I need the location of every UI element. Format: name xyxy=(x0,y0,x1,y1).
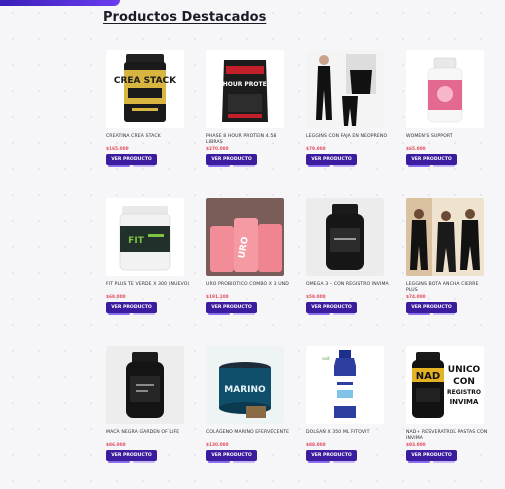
view-product-button[interactable]: VER PRODUCTO xyxy=(106,154,157,167)
product-price: $270.000 xyxy=(206,147,229,152)
svg-text:ovit: ovit xyxy=(322,356,330,361)
svg-text:UNICO: UNICO xyxy=(448,365,481,375)
view-product-button[interactable]: VER PRODUCTO xyxy=(406,302,457,315)
product-card[interactable]: 8-HOUR PROTEIN PHASE 8 HOUR PROTEIN 4.58… xyxy=(206,50,304,198)
product-card[interactable]: FIT FIT PLUS TE VERDE x 300 (Nuevo) $68.… xyxy=(106,198,204,346)
view-product-button[interactable]: VER PRODUCTO xyxy=(406,154,457,167)
product-price: $88.000 xyxy=(306,443,326,448)
product-name[interactable]: MACA NEGRA GARDEN OF LIFE xyxy=(106,430,190,436)
product-name[interactable]: PHASE 8 HOUR PROTEIN 4.58 LIBRAS xyxy=(206,134,290,145)
product-name[interactable]: CREATINA CREA STACK xyxy=(106,134,190,140)
view-product-button[interactable]: VER PRODUCTO xyxy=(306,450,357,463)
product-price: $165.000 xyxy=(106,147,129,152)
syrup-bottle-icon[interactable]: ovit xyxy=(306,346,384,424)
product-price: $65.000 xyxy=(406,147,426,152)
product-name[interactable]: URO probiotico combo x 3 und xyxy=(206,282,290,288)
product-name[interactable]: WOMEN'S SUPPORT xyxy=(406,134,490,140)
view-product-button[interactable]: VER PRODUCTO xyxy=(106,450,157,463)
product-card[interactable]: WOMEN'S SUPPORT $65.000 VER PRODUCTO xyxy=(406,50,504,198)
product-price: $79.000 xyxy=(306,147,326,152)
product-name[interactable]: DOLSAN X 350 ML FITOVIT xyxy=(306,430,390,436)
product-card[interactable]: LEGGINS CON FAJA EN NEOPRENO $79.000 VER… xyxy=(306,50,404,198)
omega-bottle-icon[interactable] xyxy=(306,198,384,276)
leggings-plus-model-icon[interactable] xyxy=(406,198,484,276)
maca-bottle-icon[interactable] xyxy=(106,346,184,424)
view-product-button[interactable]: VER PRODUCTO xyxy=(306,302,357,315)
view-product-button[interactable]: VER PRODUCTO xyxy=(206,302,257,315)
product-card[interactable]: LEGGINS BOTA ANCHA CIERRE PLUS $74.000 V… xyxy=(406,198,504,346)
view-product-button[interactable]: VER PRODUCTO xyxy=(406,450,457,463)
view-product-button[interactable]: VER PRODUCTO xyxy=(306,154,357,167)
product-card[interactable]: MACA NEGRA GARDEN OF LIFE $86.000 VER PR… xyxy=(106,346,204,489)
product-price: $130.000 xyxy=(206,443,229,448)
product-card[interactable]: CREA STACK CREATINA CREA STACK $165.000 … xyxy=(106,50,204,198)
page: Productos Destacados CREA STACK CREATINA… xyxy=(0,0,505,489)
view-product-button[interactable]: VER PRODUCTO xyxy=(206,450,257,463)
product-name[interactable]: LEGGINS CON FAJA EN NEOPRENO xyxy=(306,134,390,140)
product-card[interactable]: NAD UNICO CON REGISTRO INVIMA NAD+ Resve… xyxy=(406,346,504,489)
product-price: $58.000 xyxy=(306,295,326,300)
view-product-button[interactable]: VER PRODUCTO xyxy=(106,302,157,315)
product-card[interactable]: ovit DOLSAN X 350 ML FITOVIT $88.000 VER… xyxy=(306,346,404,489)
svg-text:REGISTRO: REGISTRO xyxy=(447,389,481,396)
collagen-jar-icon[interactable]: MARINO xyxy=(206,346,284,424)
svg-text:CON: CON xyxy=(453,377,475,387)
product-card[interactable]: Omega 3 – con registro Invima $58.000 VE… xyxy=(306,198,404,346)
product-name[interactable]: FIT PLUS TE VERDE x 300 (Nuevo) xyxy=(106,282,190,288)
top-accent-bar xyxy=(0,0,120,6)
protein-bag-icon[interactable]: 8-HOUR PROTEIN xyxy=(206,50,284,128)
product-price: $93.000 xyxy=(406,443,426,448)
nad-bottle-icon[interactable]: NAD UNICO CON REGISTRO INVIMA xyxy=(406,346,484,424)
svg-text:INVIMA: INVIMA xyxy=(450,398,479,406)
probiotic-combo-icon[interactable]: URO xyxy=(206,198,284,276)
section-title: Productos Destacados xyxy=(103,10,267,25)
product-card[interactable]: MARINO colágeno marino efervecente $130.… xyxy=(206,346,304,489)
product-price: $74.000 xyxy=(406,295,426,300)
leggings-model-icon[interactable] xyxy=(306,50,384,128)
image-label: FIT xyxy=(128,236,144,246)
product-name[interactable]: Omega 3 – con registro Invima xyxy=(306,282,390,288)
creatine-tub-icon[interactable]: CREA STACK xyxy=(106,50,184,128)
product-name[interactable]: LEGGINS BOTA ANCHA CIERRE PLUS xyxy=(406,282,490,293)
product-price: $68.000 xyxy=(106,295,126,300)
svg-text:NAD: NAD xyxy=(416,371,440,382)
product-card[interactable]: URO URO probiotico combo x 3 und $191.10… xyxy=(206,198,304,346)
product-price: $191.100 xyxy=(206,295,229,300)
green-tea-tub-icon[interactable]: FIT xyxy=(106,198,184,276)
view-product-button[interactable]: VER PRODUCTO xyxy=(206,154,257,167)
product-grid: CREA STACK CREATINA CREA STACK $165.000 … xyxy=(106,50,496,489)
image-label: 8-HOUR PROTEIN xyxy=(216,81,274,88)
product-name[interactable]: colágeno marino efervecente xyxy=(206,430,290,436)
product-name[interactable]: NAD+ Resveratrol pastas con INVIMA xyxy=(406,430,490,441)
product-price: $86.000 xyxy=(106,443,126,448)
image-label: CREA STACK xyxy=(114,76,177,86)
supplement-bottle-pink-icon[interactable] xyxy=(406,50,484,128)
image-label: MARINO xyxy=(224,385,266,395)
